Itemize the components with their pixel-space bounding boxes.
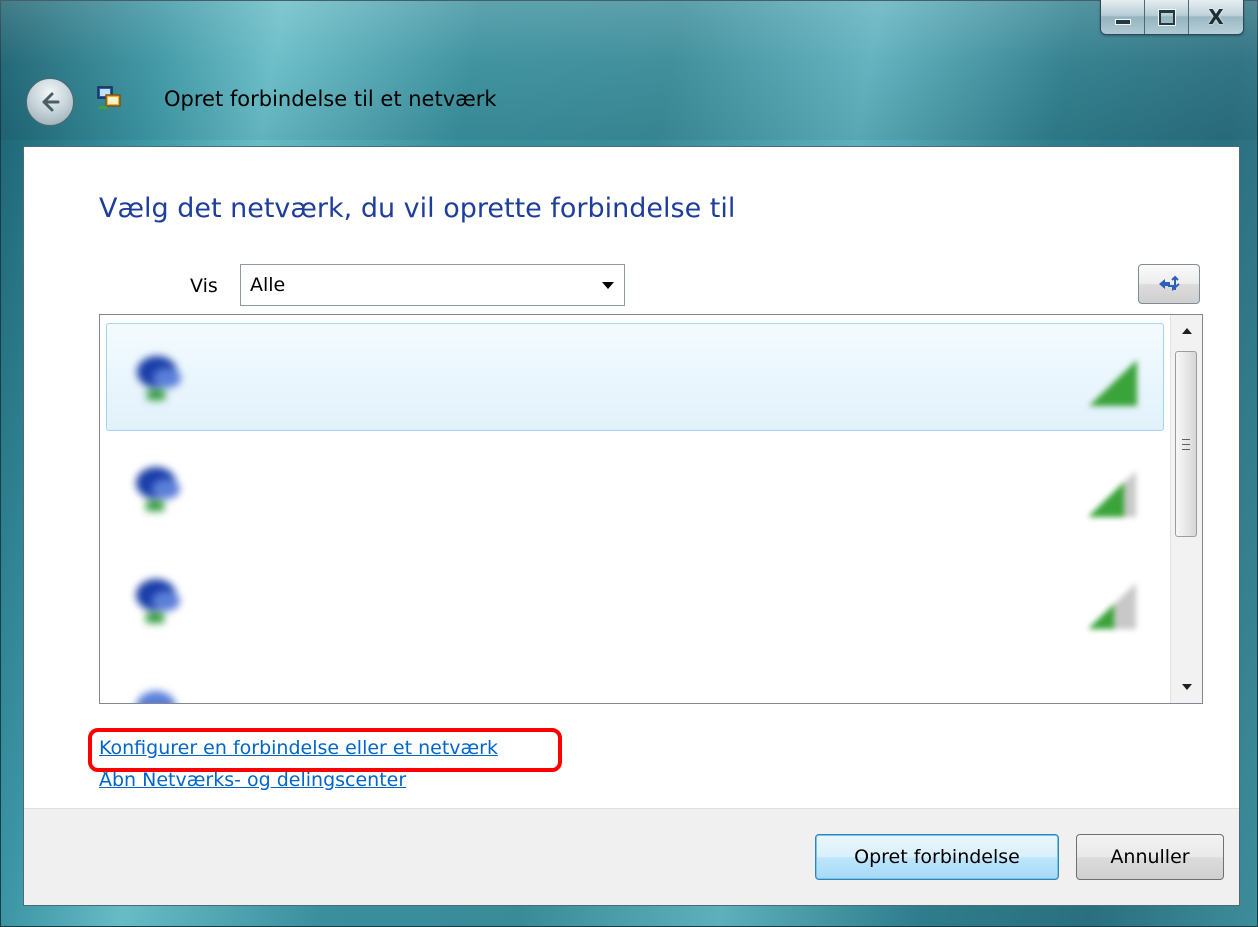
back-arrow-icon	[42, 92, 60, 112]
configure-connection-link[interactable]: Konfigurer en forbindelse eller et netvæ…	[99, 737, 498, 759]
signal-strength-icon	[1088, 583, 1136, 629]
dropdown-arrow-icon	[602, 282, 614, 289]
maximize-button[interactable]	[1145, 0, 1189, 34]
signal-strength-icon	[1088, 471, 1136, 517]
filter-label: Vis	[190, 275, 218, 297]
caption-buttons: X	[1100, 0, 1244, 35]
window-title: Opret forbindelse til et netværk	[164, 87, 497, 111]
refresh-button[interactable]	[1138, 264, 1200, 304]
window-border-top	[0, 0, 1258, 1]
network-list-item[interactable]	[106, 547, 1164, 655]
dialog-footer: Opret forbindelse Annuller	[24, 808, 1239, 905]
network-list-scrollbar[interactable]	[1170, 315, 1202, 703]
page-heading: Vælg det netværk, du vil oprette forbind…	[99, 193, 736, 224]
close-icon: X	[1208, 5, 1224, 29]
signal-strength-icon	[1089, 360, 1137, 406]
close-button[interactable]: X	[1189, 0, 1243, 34]
network-list-item[interactable]	[106, 323, 1164, 431]
filter-dropdown-value: Alle	[250, 274, 286, 296]
scroll-up-button[interactable]	[1171, 315, 1202, 347]
scroll-down-arrow-icon	[1181, 684, 1192, 690]
cancel-button[interactable]: Annuller	[1076, 834, 1224, 880]
wireless-network-icon	[136, 691, 176, 703]
network-center-link[interactable]: Åbn Netværks- og delingscenter	[99, 769, 406, 791]
minimize-button[interactable]	[1101, 0, 1145, 34]
window-border-left	[0, 0, 1, 927]
network-list[interactable]	[99, 314, 1203, 704]
scroll-thumb[interactable]	[1175, 351, 1197, 537]
wireless-network-icon	[137, 356, 181, 400]
minimize-icon	[1114, 19, 1131, 25]
network-list-item[interactable]	[106, 659, 1164, 703]
network-connection-icon	[97, 86, 121, 109]
maximize-icon	[1158, 9, 1175, 25]
dialog-window: X Opret forbindelse til et netværk Vælg …	[0, 0, 1258, 927]
refresh-icon	[1159, 275, 1180, 292]
wireless-network-icon	[136, 579, 180, 623]
filter-dropdown[interactable]: Alle	[240, 264, 625, 306]
wireless-network-icon	[136, 467, 180, 511]
network-list-item[interactable]	[106, 435, 1164, 543]
back-button[interactable]	[26, 78, 74, 126]
scroll-grip-icon	[1182, 438, 1190, 450]
connect-button[interactable]: Opret forbindelse	[815, 834, 1059, 880]
scroll-up-arrow-icon	[1181, 328, 1192, 334]
content-panel: Vælg det netværk, du vil oprette forbind…	[23, 146, 1240, 906]
scroll-down-button[interactable]	[1171, 671, 1202, 703]
